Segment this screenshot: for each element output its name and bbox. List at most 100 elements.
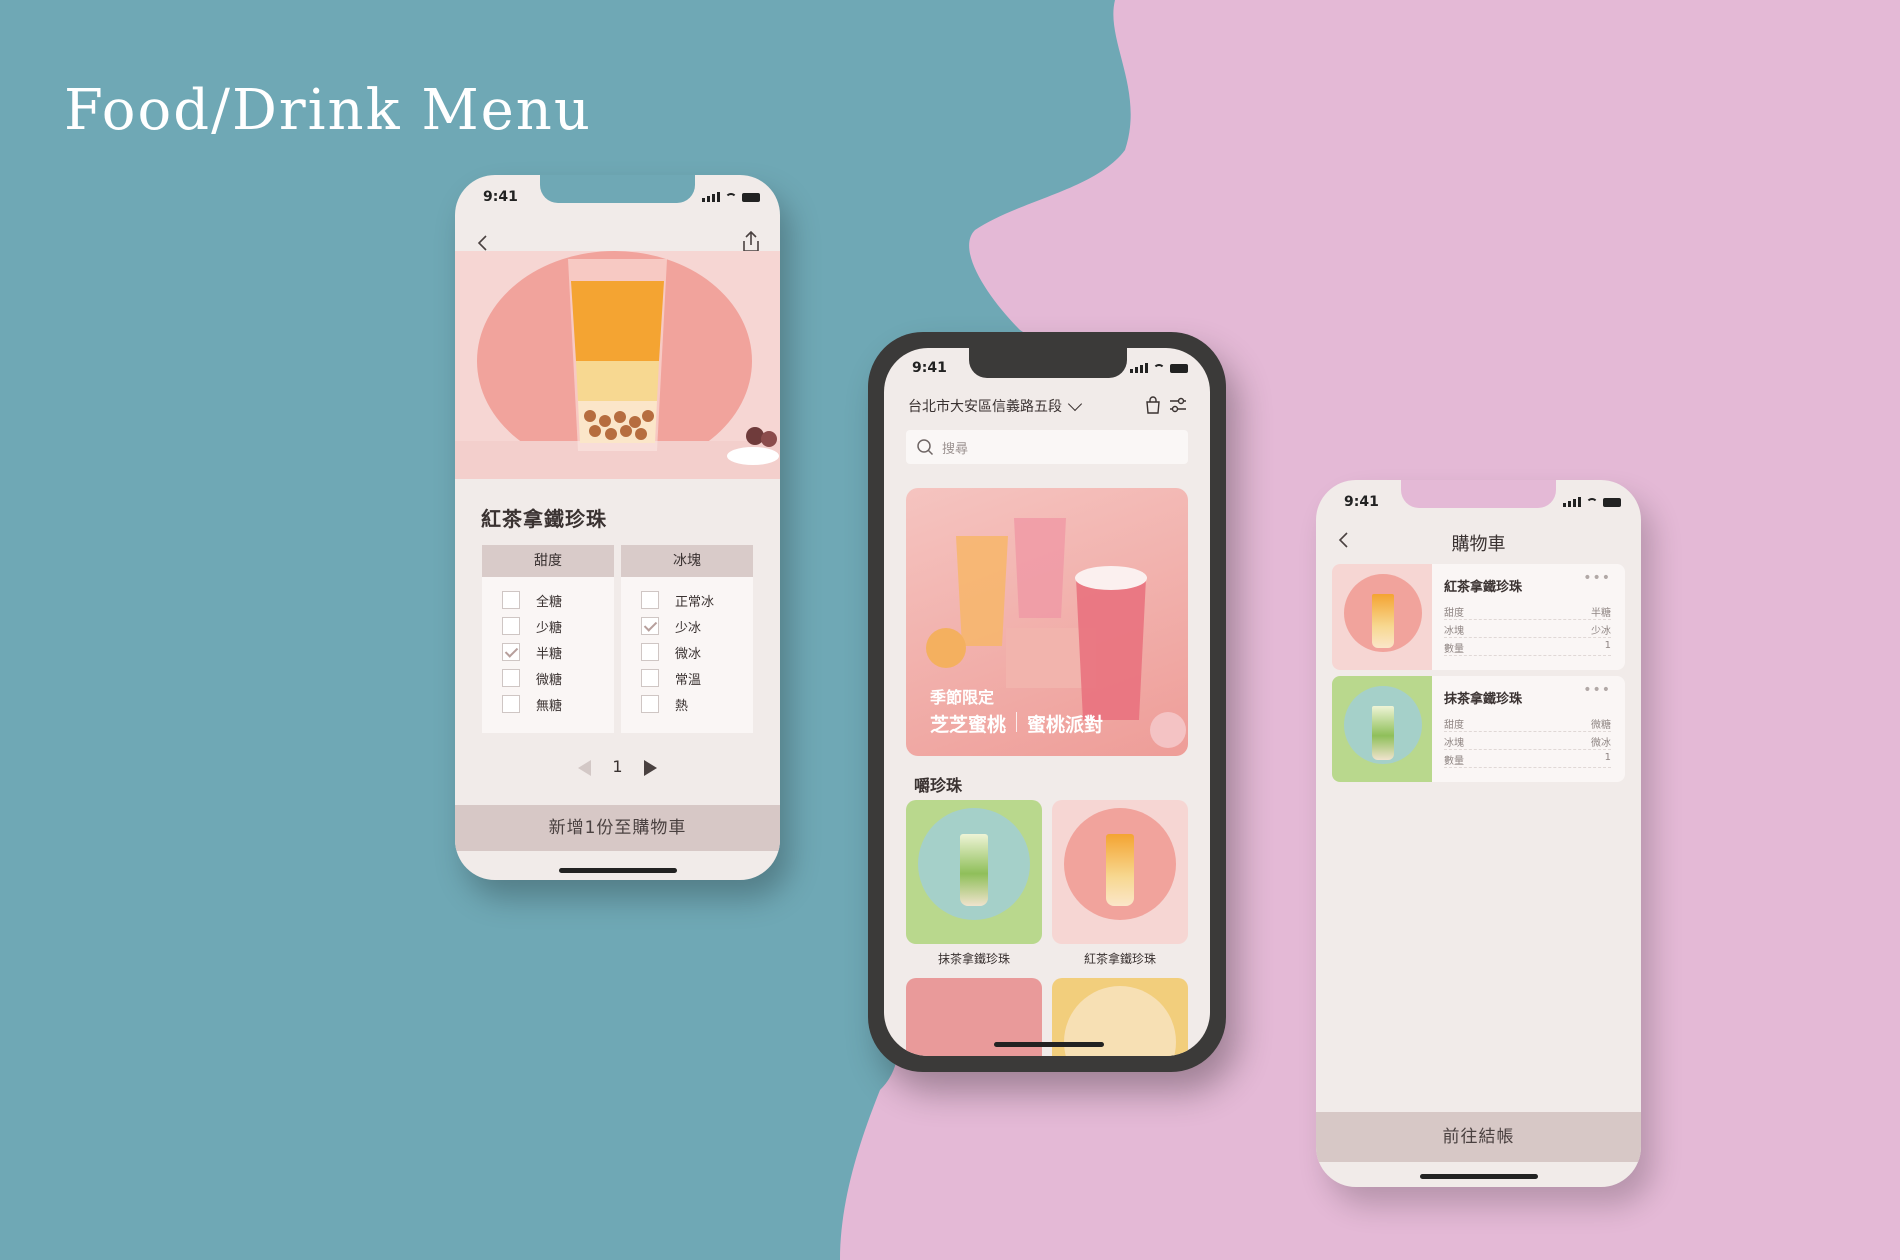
search-icon bbox=[917, 439, 934, 456]
option-label: 常溫 bbox=[675, 672, 702, 688]
wifi-icon bbox=[725, 193, 737, 202]
signal-icons bbox=[702, 192, 760, 202]
checkbox[interactable] bbox=[641, 643, 659, 661]
checkbox[interactable] bbox=[641, 617, 659, 635]
banner-title-b: 蜜桃派對 bbox=[1027, 714, 1104, 736]
cart-item-row: 甜度 半糖 bbox=[1444, 604, 1611, 620]
checkbox[interactable] bbox=[502, 617, 520, 635]
banner-kicker: 季節限定 bbox=[930, 688, 995, 707]
card-label: 紅茶拿鐵珍珠 bbox=[1083, 952, 1156, 966]
search-placeholder: 搜尋 bbox=[942, 441, 969, 457]
notch bbox=[540, 175, 695, 203]
sweetness-column: 甜度 全糖少糖半糖微糖無糖 bbox=[482, 545, 614, 733]
checkbox[interactable] bbox=[641, 669, 659, 687]
ice-option[interactable]: 常溫 bbox=[621, 665, 753, 691]
search-input[interactable]: 搜尋 bbox=[906, 430, 1188, 464]
ice-option[interactable]: 正常冰 bbox=[621, 587, 753, 613]
headline: Food/Drink Menu bbox=[64, 78, 592, 143]
more-icon[interactable]: ••• bbox=[1583, 570, 1611, 586]
quantity-value: 1 bbox=[612, 757, 623, 776]
status-time: 9:41 bbox=[1344, 494, 1379, 510]
cart-item[interactable]: 抹茶拿鐵珍珠 ••• 甜度 微糖 冰塊 微冰 數量 1 bbox=[1332, 676, 1625, 782]
option-label: 全糖 bbox=[536, 594, 563, 610]
phone-cart: 9:41 購物車 紅茶拿鐵珍珠 ••• 甜度 半糖 冰塊 少冰 數量 1 抹茶拿鐵珍珠… bbox=[1316, 480, 1641, 1187]
sweetness-header: 甜度 bbox=[482, 545, 614, 577]
option-label: 少冰 bbox=[675, 620, 702, 636]
address-selector[interactable]: 台北市大安區信義路五段 bbox=[908, 396, 1083, 416]
battery-icon bbox=[1603, 498, 1621, 507]
ice-header: 冰塊 bbox=[621, 545, 753, 577]
cart-item-row: 冰塊 少冰 bbox=[1444, 622, 1611, 638]
card-label: 抹茶拿鐵珍珠 bbox=[937, 952, 1010, 966]
phone-menu-home: 9:41 台北市大安區信義路五段 搜尋 季節限定 芝芝蜜桃 蜜桃派對 嚼珍珠 抹… bbox=[884, 348, 1210, 1056]
option-label: 熱 bbox=[675, 698, 689, 714]
checkbox[interactable] bbox=[641, 695, 659, 713]
product-image bbox=[455, 251, 780, 479]
signal-icon bbox=[1130, 363, 1148, 373]
home-indicator[interactable] bbox=[1420, 1174, 1538, 1179]
option-label: 微冰 bbox=[675, 646, 702, 662]
wifi-icon bbox=[1153, 364, 1165, 373]
signal-icons bbox=[1563, 497, 1621, 507]
add-to-cart-button[interactable]: 新增1份至購物車 bbox=[455, 805, 780, 851]
cart-item[interactable]: 紅茶拿鐵珍珠 ••• 甜度 半糖 冰塊 少冰 數量 1 bbox=[1332, 564, 1625, 670]
option-label: 半糖 bbox=[536, 646, 563, 662]
cart-item-name: 抹茶拿鐵珍珠 bbox=[1444, 692, 1523, 707]
cart-item-row: 數量 1 bbox=[1444, 752, 1611, 768]
promo-banner[interactable]: 季節限定 芝芝蜜桃 蜜桃派對 bbox=[906, 488, 1188, 756]
section-title: 嚼珍珠 bbox=[914, 776, 963, 795]
status-bar: 9:41 bbox=[455, 175, 780, 221]
notch bbox=[969, 348, 1127, 378]
checkbox[interactable] bbox=[641, 591, 659, 609]
signal-icon bbox=[702, 192, 720, 202]
product-card-matcha[interactable] bbox=[906, 800, 1042, 944]
checkbox[interactable] bbox=[502, 643, 520, 661]
decrease-icon[interactable] bbox=[578, 759, 592, 776]
chevron-down-icon bbox=[1067, 396, 1083, 412]
ice-column: 冰塊 正常冰少冰微冰常溫熱 bbox=[621, 545, 753, 733]
sweetness-option[interactable]: 無糖 bbox=[482, 691, 614, 717]
status-time: 9:41 bbox=[483, 189, 518, 205]
home-indicator[interactable] bbox=[559, 868, 677, 873]
banner-title-a: 芝芝蜜桃 bbox=[930, 714, 1007, 736]
cart-item-image bbox=[1332, 676, 1432, 782]
option-label: 微糖 bbox=[536, 672, 563, 688]
sweetness-option[interactable]: 全糖 bbox=[482, 587, 614, 613]
page-title: 購物車 bbox=[1451, 534, 1506, 555]
sweetness-option[interactable]: 半糖 bbox=[482, 639, 614, 665]
signal-icons bbox=[1130, 363, 1188, 373]
option-label: 少糖 bbox=[536, 620, 563, 636]
option-label: 正常冰 bbox=[675, 594, 715, 610]
battery-icon bbox=[1170, 364, 1188, 373]
checkout-button[interactable]: 前往結帳 bbox=[1316, 1112, 1641, 1162]
cart-item-image bbox=[1332, 564, 1432, 670]
filter-icon[interactable] bbox=[1168, 396, 1188, 414]
checkbox[interactable] bbox=[502, 591, 520, 609]
home-indicator[interactable] bbox=[994, 1042, 1104, 1047]
ice-option[interactable]: 熱 bbox=[621, 691, 753, 717]
checkbox[interactable] bbox=[502, 669, 520, 687]
battery-icon bbox=[742, 193, 760, 202]
cart-item-row: 冰塊 微冰 bbox=[1444, 734, 1611, 750]
option-label: 無糖 bbox=[536, 698, 563, 714]
status-bar: 9:41 bbox=[1316, 480, 1641, 526]
notch bbox=[1401, 480, 1556, 508]
bag-icon[interactable] bbox=[1144, 396, 1162, 414]
status-bar: 9:41 bbox=[884, 348, 1210, 394]
product-card-black-tea[interactable] bbox=[1052, 800, 1188, 944]
ice-option[interactable]: 少冰 bbox=[621, 613, 753, 639]
cart-item-row: 甜度 微糖 bbox=[1444, 716, 1611, 732]
sweetness-option[interactable]: 微糖 bbox=[482, 665, 614, 691]
product-title: 紅茶拿鐵珍珠 bbox=[481, 507, 607, 531]
cart-item-name: 紅茶拿鐵珍珠 bbox=[1444, 580, 1523, 595]
ice-option[interactable]: 微冰 bbox=[621, 639, 753, 665]
signal-icon bbox=[1563, 497, 1581, 507]
banner-title: 芝芝蜜桃 蜜桃派對 bbox=[930, 710, 1103, 737]
more-icon[interactable]: ••• bbox=[1583, 682, 1611, 698]
sweetness-option[interactable]: 少糖 bbox=[482, 613, 614, 639]
status-time: 9:41 bbox=[912, 360, 947, 376]
wifi-icon bbox=[1586, 498, 1598, 507]
address-text: 台北市大安區信義路五段 bbox=[908, 399, 1062, 415]
increase-icon[interactable] bbox=[643, 759, 657, 776]
checkbox[interactable] bbox=[502, 695, 520, 713]
